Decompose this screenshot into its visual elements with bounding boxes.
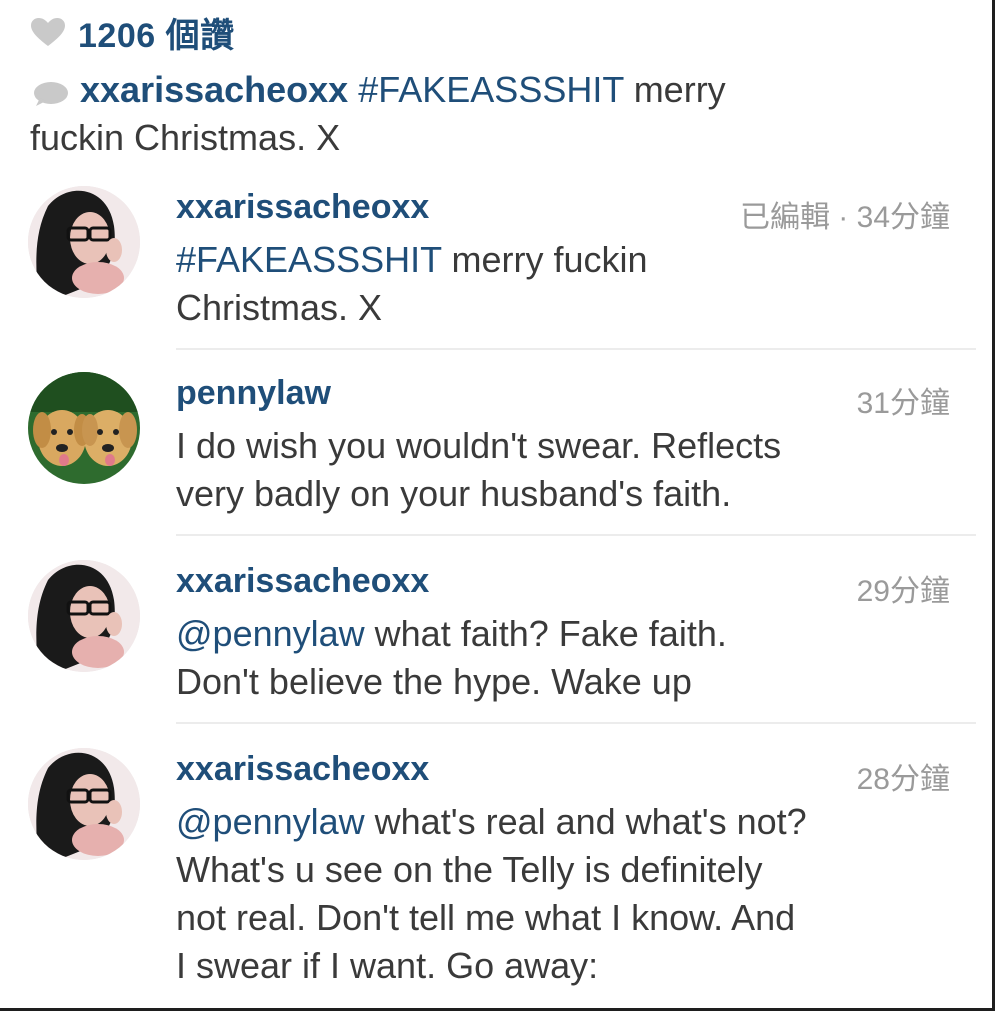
post-caption: xxarissacheoxx #FAKEASSSHIT merry fuckin… xyxy=(30,66,930,162)
comment-mention[interactable]: @pennylaw xyxy=(176,801,365,842)
user-avatar[interactable] xyxy=(28,748,140,860)
user-avatar[interactable] xyxy=(28,560,140,672)
heart-icon xyxy=(31,18,65,46)
likes-row[interactable]: 1206 個讚 xyxy=(30,8,235,57)
instagram-post-comments: 1206 個讚 xxarissacheoxx #FAKEASSSHIT merr… xyxy=(0,0,995,1011)
user-avatar[interactable] xyxy=(28,186,140,298)
comment-text-line1: what's real and what's not? xyxy=(364,801,807,842)
likes-count[interactable]: 1206 個讚 xyxy=(78,8,235,57)
caption-username[interactable]: xxarissacheoxx xyxy=(80,69,348,110)
comment-text-line1: merry fuckin xyxy=(441,239,648,280)
comment-username[interactable]: xxarissacheoxx xyxy=(176,562,429,601)
comment-divider xyxy=(176,534,976,536)
comment-username[interactable]: pennylaw xyxy=(176,374,331,413)
comment-hashtag[interactable]: #FAKEASSSHIT xyxy=(176,239,441,280)
comment-text-line1: what faith? Fake faith. xyxy=(364,613,727,654)
comment-mention[interactable]: @pennylaw xyxy=(176,613,365,654)
comment-text-line2: Don't believe the hype. Wake up xyxy=(176,661,692,702)
comment-text-line3: not real. Don't tell me what I know. And xyxy=(176,897,796,938)
caption-text-line2: fuckin Christmas. X xyxy=(30,117,341,158)
comment-time: 28分鐘 xyxy=(856,763,950,796)
comment-username[interactable]: xxarissacheoxx xyxy=(176,750,429,789)
comment-text-line2: What's u see on the Telly is definitely xyxy=(176,849,763,890)
comment-text-line2: Christmas. X xyxy=(176,287,383,328)
comment-divider xyxy=(176,722,976,724)
comment-time: 29分鐘 xyxy=(856,575,950,608)
comment-divider xyxy=(176,348,976,350)
comment-text-line4: I swear if I want. Go away: xyxy=(176,945,599,986)
comment-username[interactable]: xxarissacheoxx xyxy=(176,188,429,227)
comment-text-line2: very badly on your husband's faith. xyxy=(176,473,732,514)
comment-text-line1: I do wish you wouldn't swear. Reflects xyxy=(176,425,782,466)
comment-time: 已編輯 · 34分鐘 xyxy=(739,201,950,234)
comment-bubble-icon xyxy=(34,82,68,106)
caption-hashtag[interactable]: #FAKEASSSHIT xyxy=(358,69,623,110)
comment-time: 31分鐘 xyxy=(856,387,950,420)
user-avatar[interactable] xyxy=(28,372,140,484)
caption-text-line1: merry xyxy=(623,69,726,110)
